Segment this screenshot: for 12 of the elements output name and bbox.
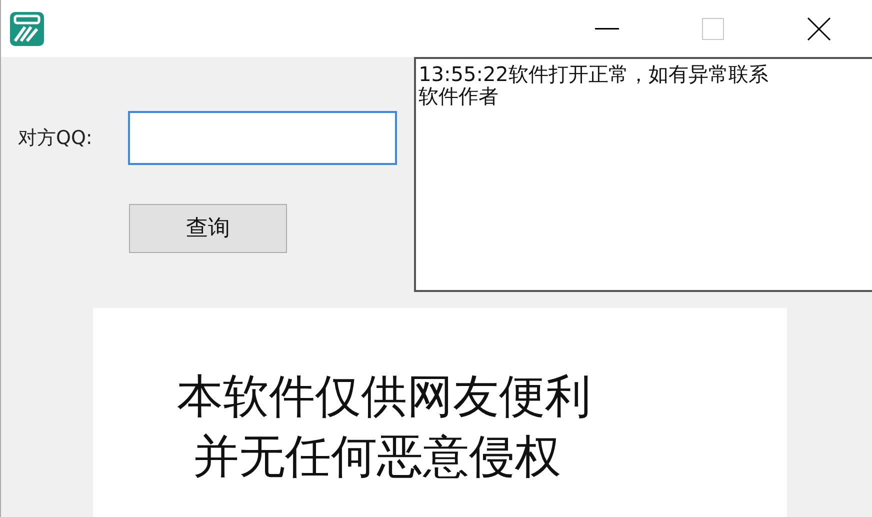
qq-input[interactable] xyxy=(128,111,397,165)
qq-label: 对方QQ: xyxy=(18,126,94,151)
close-icon xyxy=(807,16,831,40)
query-button[interactable]: 查询 xyxy=(129,204,287,253)
minimize-icon xyxy=(595,28,619,30)
log-line: 软件作者 xyxy=(418,85,500,107)
banner-text: 本软件仅供网友便利 xyxy=(177,368,592,424)
log-box[interactable]: 13:55:22软件打开正常，如有异常联系 软件作者 xyxy=(414,57,872,292)
banner-text: 并无任何恶意侵权 xyxy=(193,428,562,484)
log-line: 13:55:22软件打开正常，如有异常联系 xyxy=(418,63,770,85)
app-icon xyxy=(9,10,45,46)
maximize-icon xyxy=(702,18,724,40)
